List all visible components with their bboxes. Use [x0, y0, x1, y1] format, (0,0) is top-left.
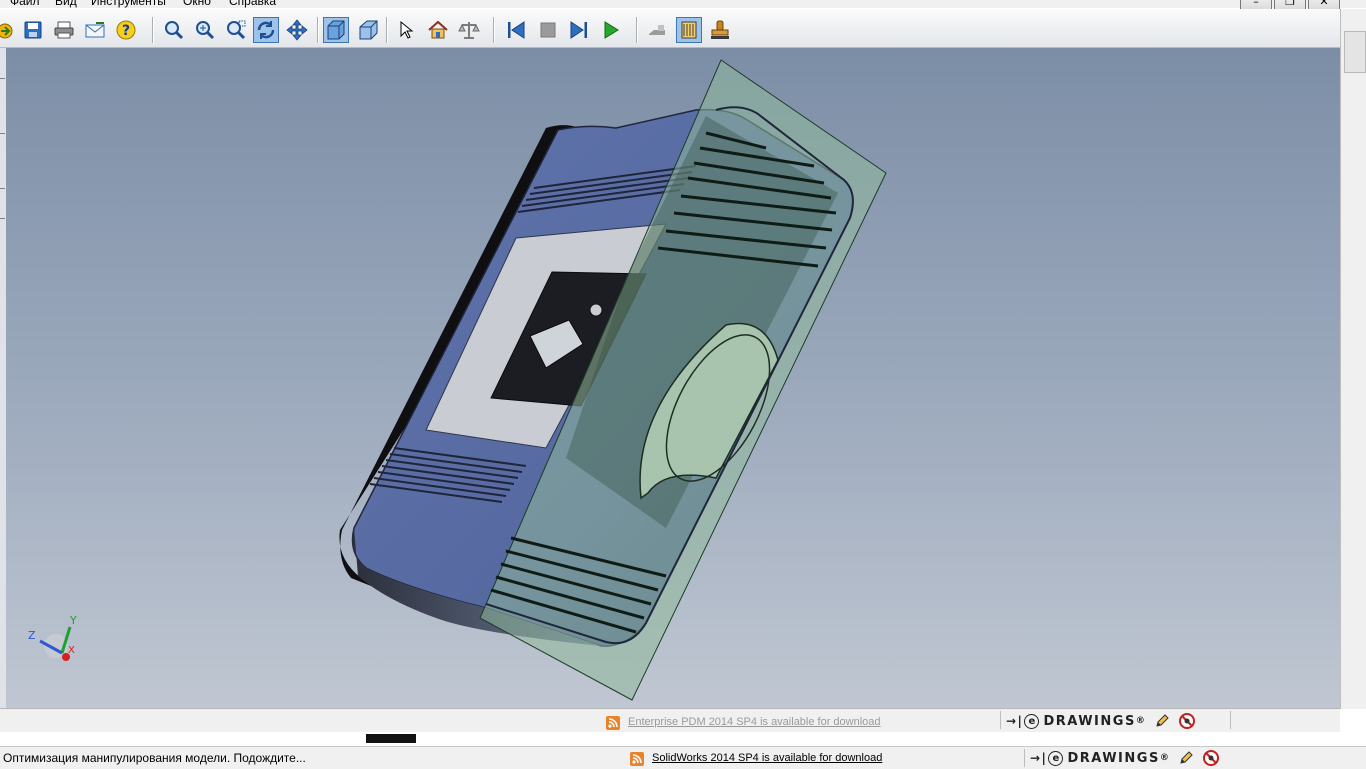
help-button[interactable]: ? [113, 17, 139, 43]
play-icon [604, 21, 619, 39]
toolbar-separator [152, 17, 154, 43]
zoom-button[interactable] [161, 17, 187, 43]
edrawings-brand: →| e DRAWINGS ® [1006, 712, 1196, 730]
next-frame-button[interactable] [566, 17, 592, 43]
axis-y-label: Y [69, 614, 77, 627]
first-frame-button[interactable] [503, 17, 529, 43]
enterprise-pdm-news-link[interactable]: Enterprise PDM 2014 SP4 is available for… [628, 716, 881, 728]
markup-pencil-icon[interactable] [1154, 713, 1170, 729]
arrow-icon: →| [1006, 714, 1024, 728]
print-button[interactable] [51, 17, 77, 43]
solidworks-news-link[interactable]: SolidWorks 2014 SP4 is available for dow… [652, 752, 882, 764]
stop-icon [540, 22, 556, 38]
zoom-in-out-icon [196, 21, 215, 40]
pan-icon [286, 19, 308, 41]
play-button[interactable] [598, 17, 624, 43]
measure-scale-icon [458, 22, 480, 39]
right-side-panel [1340, 9, 1366, 709]
screw-hole [589, 303, 603, 317]
model-view [339, 59, 887, 701]
home-view-icon [428, 20, 448, 39]
markup-pencil-icon[interactable] [1178, 750, 1194, 766]
divider [1230, 711, 1231, 729]
taskbar-item[interactable] [366, 734, 416, 743]
divider [1024, 749, 1025, 767]
shaded-view-icon [327, 20, 345, 40]
side-scroll-handle[interactable] [1344, 31, 1366, 73]
perspective-view-button[interactable] [355, 17, 381, 43]
main-toolbar: ? [0, 9, 1340, 48]
zoom-in-out-button[interactable] [192, 17, 218, 43]
section-view-button[interactable] [676, 17, 702, 43]
no-markup-icon[interactable] [1178, 712, 1196, 730]
first-frame-icon [508, 21, 525, 39]
email-icon [85, 22, 105, 38]
edrawings-brand: →| e DRAWINGS ® [1030, 749, 1220, 767]
pan-button[interactable] [284, 17, 310, 43]
zoom-area-icon [227, 20, 246, 40]
perspective-view-icon [359, 20, 378, 40]
brand-label: DRAWINGS [1043, 713, 1136, 729]
stop-button[interactable] [535, 17, 561, 43]
save-button[interactable] [20, 17, 46, 43]
open-button[interactable] [0, 17, 18, 43]
brand-registered: ® [1159, 753, 1171, 763]
hide-show-icon [649, 25, 665, 35]
news-bar: Enterprise PDM 2014 SP4 is available for… [0, 708, 1340, 733]
status-message: Оптимизация манипулирования модели. Подо… [3, 751, 306, 765]
zoom-icon [165, 21, 184, 40]
zoom-area-button[interactable] [223, 17, 249, 43]
hide-show-button[interactable] [644, 17, 670, 43]
3d-viewport[interactable]: Y Z X [6, 48, 1340, 708]
measure-button[interactable] [456, 17, 482, 43]
menu-view[interactable]: Вид [55, 0, 77, 8]
rotate-icon [257, 21, 275, 39]
window-controls: – ❐ ✕ [1238, 0, 1340, 10]
axis-triad: Y Z X [28, 614, 77, 661]
axis-z-label: Z [28, 629, 36, 642]
no-markup-icon[interactable] [1202, 749, 1220, 767]
toolbar-separator [493, 17, 495, 43]
axis-x-label: X [68, 645, 75, 656]
select-button[interactable] [393, 17, 419, 43]
e-logo-icon: e [1048, 750, 1064, 766]
status-bar: Оптимизация манипулирования модели. Подо… [0, 746, 1366, 769]
home-view-button[interactable] [425, 17, 451, 43]
help-icon: ? [116, 20, 136, 40]
svg-text:?: ? [122, 23, 130, 39]
menu-help[interactable]: Справка [229, 0, 276, 8]
stamp-icon [711, 20, 729, 39]
brand-label: DRAWINGS [1067, 750, 1160, 766]
toolbar-separator [386, 17, 388, 43]
rss-icon [606, 716, 620, 730]
select-arrow-icon [400, 20, 414, 39]
shaded-view-button[interactable] [323, 17, 349, 43]
stamp-button[interactable] [707, 17, 733, 43]
rss-icon [630, 752, 644, 766]
e-logo-icon: e [1024, 713, 1040, 729]
next-frame-icon [570, 21, 587, 39]
print-icon [54, 21, 74, 39]
rotate-button[interactable] [253, 17, 279, 43]
save-icon [24, 21, 42, 39]
menu-window[interactable]: Окно [183, 0, 211, 8]
taskbar-strip [0, 732, 1366, 746]
toolbar-separator [636, 17, 638, 43]
arrow-icon: →| [1030, 751, 1048, 765]
section-view-icon [681, 21, 697, 39]
toolbar-separator [317, 17, 319, 43]
brand-registered: ® [1135, 716, 1147, 726]
menu-tools[interactable]: Инструменты [91, 0, 166, 8]
divider [1000, 711, 1001, 729]
menu-bar: Файл Вид Инструменты Окно Справка [0, 0, 1366, 8]
email-button[interactable] [82, 17, 108, 43]
open-icon [0, 23, 13, 39]
menu-file[interactable]: Файл [10, 0, 40, 8]
